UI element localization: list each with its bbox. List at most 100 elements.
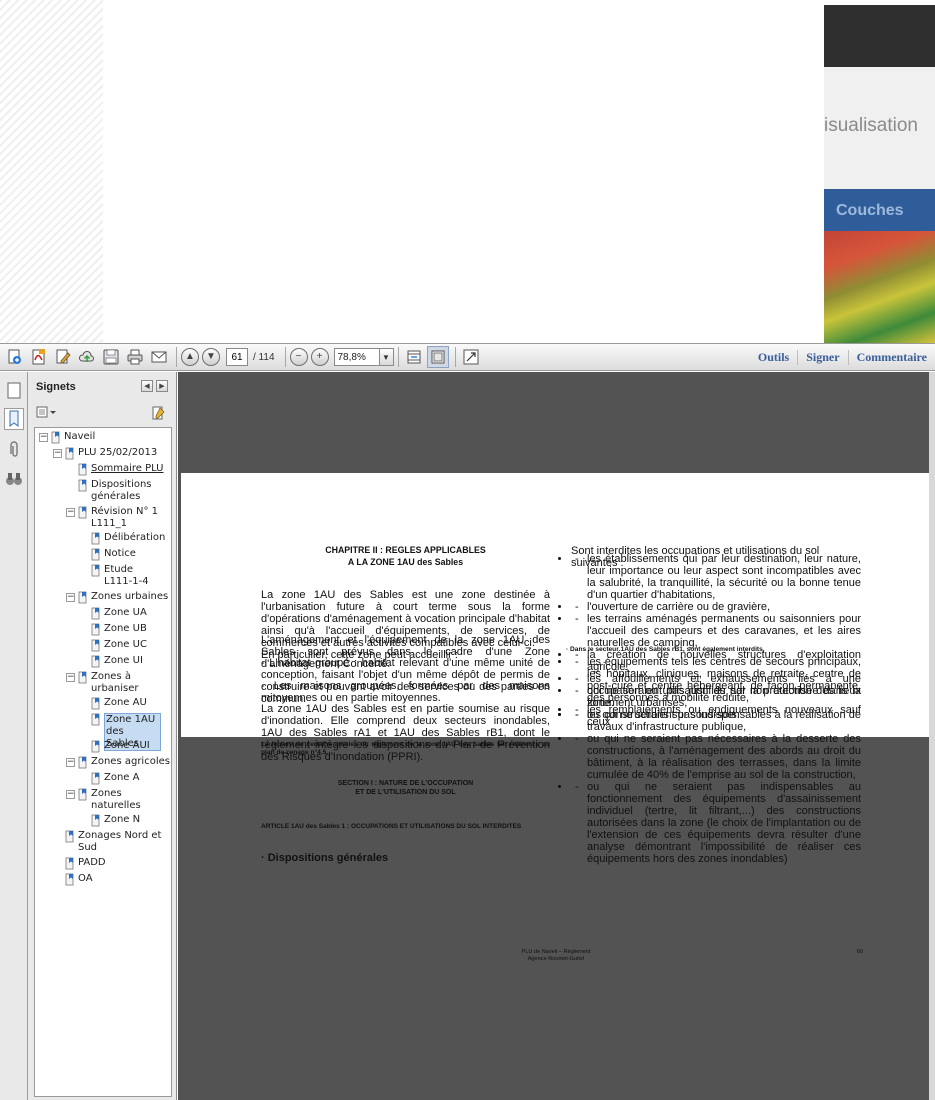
bookmark-oa[interactable]: OA: [65, 873, 171, 889]
panel-options-arrow-icon[interactable]: ▶: [156, 380, 168, 392]
collapse-panel-icon[interactable]: ◀: [141, 380, 153, 392]
remblaiement-sub-item: ou qui ne seraient pas indispensables à …: [571, 709, 861, 733]
collapse-toggle-icon[interactable]: −: [66, 592, 75, 602]
bookmark-label: Délibération: [104, 532, 166, 543]
bookmark-zones-agricoles[interactable]: − Zones agricoles: [66, 756, 171, 772]
pdf-page: CHAPITRE II : REGLES APPLICABLES A LA ZO…: [181, 473, 929, 962]
bookmark-zones-urbaniser[interactable]: − Zones à urbaniser: [66, 671, 171, 697]
bookmark-label: Zone A: [104, 771, 140, 783]
couches-tab[interactable]: Couches: [836, 202, 904, 220]
bookmark-icon: [91, 713, 100, 726]
tools-link[interactable]: Outils: [750, 350, 797, 365]
document-viewer[interactable]: CHAPITRE II : REGLES APPLICABLES A LA ZO…: [178, 372, 935, 1100]
bookmark-zones-urbaines[interactable]: − Zones urbaines: [66, 591, 171, 607]
zoom-select[interactable]: 78,8% ▼: [333, 348, 394, 366]
hatch-pattern: [0, 0, 103, 343]
collapse-toggle-icon[interactable]: −: [39, 433, 48, 442]
bookmark-icon: [65, 857, 74, 869]
bookmark-zone-1au-des-sables[interactable]: Zone 1AU des Sables: [91, 713, 161, 751]
search-binoculars-icon[interactable]: [4, 468, 24, 490]
bookmark-label: Zone AUI: [104, 739, 150, 751]
remblaiement-sub-item: ou qui ne seraient pas indispensables au…: [571, 781, 861, 865]
collapse-toggle-icon[interactable]: −: [66, 757, 75, 767]
bookmark-icon: [91, 623, 100, 635]
bookmarks-title: Signets: [36, 381, 76, 393]
create-icon[interactable]: [4, 346, 26, 368]
zoom-out-icon[interactable]: −: [289, 348, 308, 366]
collapse-toggle-icon[interactable]: −: [66, 672, 75, 682]
bookmark-options-icon[interactable]: [36, 405, 58, 419]
full-screen-icon[interactable]: [460, 346, 482, 368]
maisons-groupees-paragraph: - Les maisons groupées, formées par des …: [261, 680, 550, 704]
cloud-upload-icon[interactable]: [76, 346, 98, 368]
bookmark-zone-aui[interactable]: Zone AUI: [91, 740, 161, 756]
interdiction-item: l'ouverture de carrière ou de gravière,: [571, 601, 861, 613]
fit-width-icon[interactable]: [403, 346, 425, 368]
bookmark-icon: [65, 830, 74, 843]
page-footer-agency: Agence Roumet-Guitel: [527, 956, 585, 962]
vertical-scrollbar[interactable]: [929, 372, 935, 1100]
collapse-toggle-icon[interactable]: −: [53, 449, 62, 458]
bookmark-icon: [91, 532, 100, 545]
bookmark-dispositions-g-n-rales[interactable]: Dispositions générales: [78, 479, 171, 505]
save-icon[interactable]: [100, 346, 122, 368]
bookmark-naveil[interactable]: − Naveil: [39, 431, 171, 447]
bookmark-label: Notice: [104, 548, 136, 559]
bookmark-r-vision-n-1-l111-1[interactable]: − Révision N° 1 L111_1: [66, 505, 171, 532]
bookmark-label: Zonages Nord et Sud: [78, 830, 162, 853]
collapse-toggle-icon[interactable]: −: [66, 789, 75, 799]
new-bookmark-icon[interactable]: [150, 405, 166, 424]
paperclip-icon[interactable]: [4, 438, 24, 460]
bookmark-padd[interactable]: PADD: [65, 857, 171, 873]
zonage-paragraph: La lecture de certains articles du règle…: [261, 741, 550, 756]
bookmark-zone-ui[interactable]: Zone UI: [91, 655, 161, 671]
desktop-background: isualisation Couches: [0, 0, 935, 343]
chevron-down-icon[interactable]: ▼: [378, 349, 393, 365]
zoom-value: 78,8%: [337, 351, 366, 363]
section-title-2: ET DE L'UTILISATION DU SOL: [355, 789, 456, 796]
remblaiement-sub-item: qui ne seraient pas justifiés par la pro…: [571, 685, 861, 709]
page-footer-title: PLU de Naveil – Règlement: [521, 949, 591, 955]
interdiction-item: les terrains aménagés permanents ou sais…: [571, 613, 861, 649]
bookmark-icon: [78, 463, 87, 476]
bookmark-icon: [78, 506, 87, 518]
pdf-create-icon[interactable]: [28, 346, 50, 368]
edit-icon[interactable]: [52, 346, 74, 368]
bookmark-label: Révision N° 1 L111_1: [91, 505, 158, 529]
bookmark-zone-a[interactable]: Zone A: [91, 772, 161, 788]
fit-page-icon[interactable]: [426, 346, 449, 368]
comment-link[interactable]: Commentaire: [847, 349, 935, 365]
bookmark-sommaire-plu[interactable]: Sommaire PLU: [78, 463, 171, 479]
bookmark-label: Zone UA: [104, 606, 147, 618]
bookmark-label: Zone UB: [104, 622, 147, 634]
bookmark-zone-ua[interactable]: Zone UA: [91, 607, 161, 623]
bookmark-icon: [65, 873, 74, 885]
sign-link[interactable]: Signer: [797, 349, 847, 365]
bookmark-panel-icon[interactable]: [4, 408, 24, 430]
bookmark-icon: [51, 431, 60, 444]
bookmark-plu-25-02-2013[interactable]: − PLU 25/02/2013: [53, 447, 171, 463]
bookmark-notice[interactable]: Notice: [91, 548, 161, 564]
bookmark-icon: [91, 607, 100, 619]
bookmark-etude-l111-1-4[interactable]: Etude L111-1-4: [91, 564, 161, 590]
bookmark-d-lib-ration[interactable]: Délibération: [91, 532, 165, 548]
bookmark-zone-n[interactable]: Zone N: [91, 814, 161, 830]
print-icon[interactable]: [124, 346, 146, 368]
previous-page-icon[interactable]: ▲: [181, 348, 199, 366]
bookmark-label: PLU 25/02/2013: [78, 447, 158, 458]
bookmark-tree: − Naveil − PLU 25/02/2013 Sommaire PLU Dispos…: [34, 427, 172, 1097]
bookmark-zones-naturelles[interactable]: − Zones naturelles: [66, 788, 171, 814]
bookmark-zone-uc[interactable]: Zone UC: [91, 639, 161, 655]
page-thumbnails-icon[interactable]: [4, 380, 24, 402]
email-icon[interactable]: [148, 346, 170, 368]
bookmark-zone-au[interactable]: Zone AU: [91, 697, 161, 713]
page-number-input[interactable]: [226, 348, 248, 366]
bookmark-zone-ub[interactable]: Zone UB: [91, 623, 161, 639]
zoom-in-icon[interactable]: +: [310, 348, 329, 366]
bookmark-zonages-nord-et-sud[interactable]: Zonages Nord et Sud: [65, 830, 171, 856]
visualisation-text: isualisation: [824, 115, 918, 136]
map-thumbnail: [824, 231, 935, 343]
next-page-icon[interactable]: ▼: [202, 348, 220, 366]
collapse-toggle-icon[interactable]: −: [66, 507, 75, 517]
bookmark-label: Dispositions générales: [91, 479, 152, 502]
